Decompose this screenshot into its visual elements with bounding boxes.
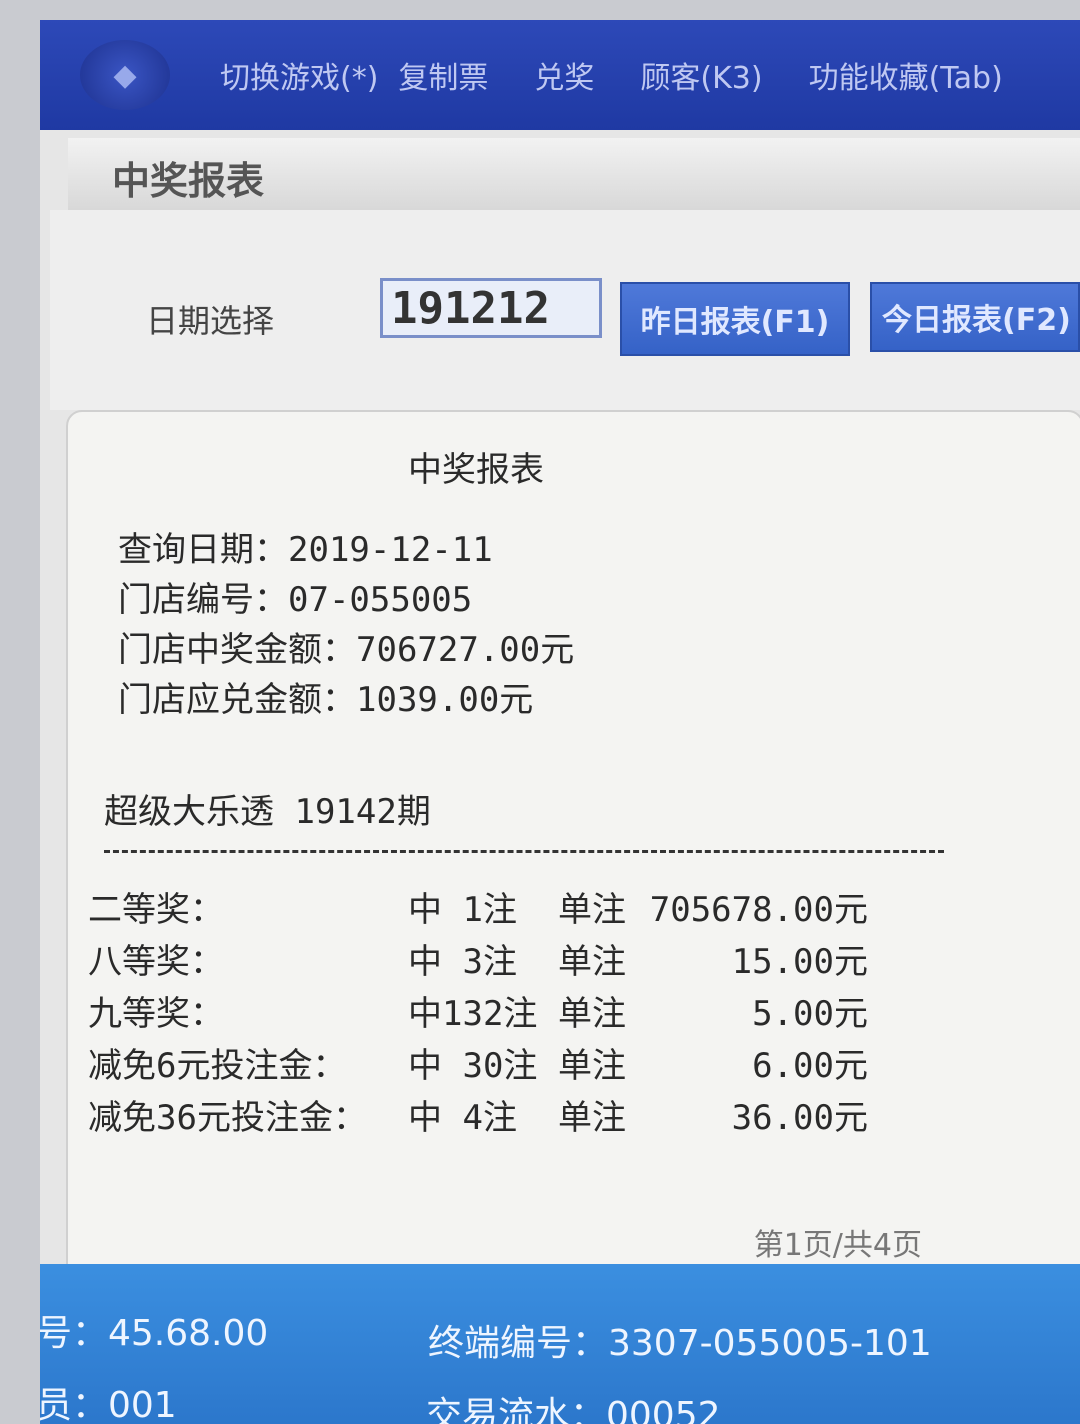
report-title: 中奖报表 [408,450,544,490]
menu-customer[interactable]: 顾客(K3) [640,53,762,97]
date-input[interactable] [380,278,602,338]
store-payable-amount: 门店应兑金额：1039.00元 [118,680,534,720]
prize-unit: 单注 [558,1098,626,1138]
prize-count: 中 3注 [408,942,517,982]
seller-status: 售员：001 [40,1385,177,1424]
prize-report-panel: 中奖报表 查询日期：2019-12-11 门店编号：07-055005 门店中奖… [66,410,1080,1274]
prize-amount: 15.00元 [731,942,868,982]
store-id: 门店编号：07-055005 [118,580,473,620]
prize-row: 减免36元投注金： 中 4注 单注 36.00元 [88,1090,868,1140]
top-menu-bar: ◆ 切换游戏(*) 复制票 兑奖 顾客(K3) 功能收藏(Tab) [40,20,1080,130]
prize-row: 二等奖： 中 1注 单注 705678.00元 [88,882,868,932]
prize-unit: 单注 [558,1046,626,1086]
prize-amount: 705678.00元 [649,890,868,930]
terminal-id-status: 终端编号：3307-055005-101 [428,1323,932,1364]
prize-amount: 6.00元 [752,1046,868,1086]
prize-name: 八等奖： [88,942,224,982]
page-title-bar: 中奖报表 [68,138,1080,212]
prize-unit: 单注 [558,994,626,1034]
prize-count: 中132注 [408,994,538,1034]
menu-copy-ticket[interactable]: 复制票 [398,53,488,97]
prize-unit: 单注 [558,890,626,930]
prize-count: 中 4注 [408,1098,517,1138]
prize-row: 减免6元投注金： 中 30注 单注 6.00元 [88,1038,868,1088]
menu-favorites[interactable]: 功能收藏(Tab) [809,53,1003,97]
query-date: 查询日期：2019-12-11 [118,530,493,570]
prize-name: 减免36元投注金： [88,1098,367,1138]
prize-count: 中 30注 [408,1046,538,1086]
page-indicator: 第1页/共4页 [753,1228,922,1263]
prize-name: 二等奖： [88,890,224,930]
prize-unit: 单注 [558,942,626,982]
lottery-logo-icon: ◆ [80,40,170,110]
yesterday-report-button[interactable]: 昨日报表(F1) [620,282,850,356]
page-title: 中奖报表 [112,159,265,203]
balance-status: 本号：45.68.00 [40,1313,269,1354]
prize-amount: 36.00元 [731,1098,868,1138]
menu-switch-game[interactable]: 切换游戏(*) [220,53,378,97]
prize-amount: 5.00元 [752,994,868,1034]
date-select-label: 日期选择 [146,302,275,340]
menu-redeem[interactable]: 兑奖 [534,53,594,97]
prize-name: 九等奖： [88,994,224,1034]
prize-row: 九等奖： 中132注 单注 5.00元 [88,986,868,1036]
store-prize-amount: 门店中奖金额：706727.00元 [118,630,575,670]
prize-row: 八等奖： 中 3注 单注 15.00元 [88,934,868,984]
today-report-button[interactable]: 今日报表(F2) [870,282,1080,352]
transaction-serial-status: 交易流水：00052 [426,1395,721,1424]
prize-count: 中 1注 [408,890,517,930]
lottery-terminal-screen: ◆ 切换游戏(*) 复制票 兑奖 顾客(K3) 功能收藏(Tab) 中奖报表 日… [40,20,1080,1424]
game-issue: 超级大乐透 19142期 [104,792,431,832]
prize-name: 减免6元投注金： [88,1046,347,1086]
bottom-status-bar: 本号：45.68.00 终端编号：3307-055005-101 售员：001 … [40,1264,1080,1424]
date-select-row: 日期选择 昨日报表(F1) 今日报表(F2) [50,210,1080,410]
dashed-divider [104,850,944,853]
